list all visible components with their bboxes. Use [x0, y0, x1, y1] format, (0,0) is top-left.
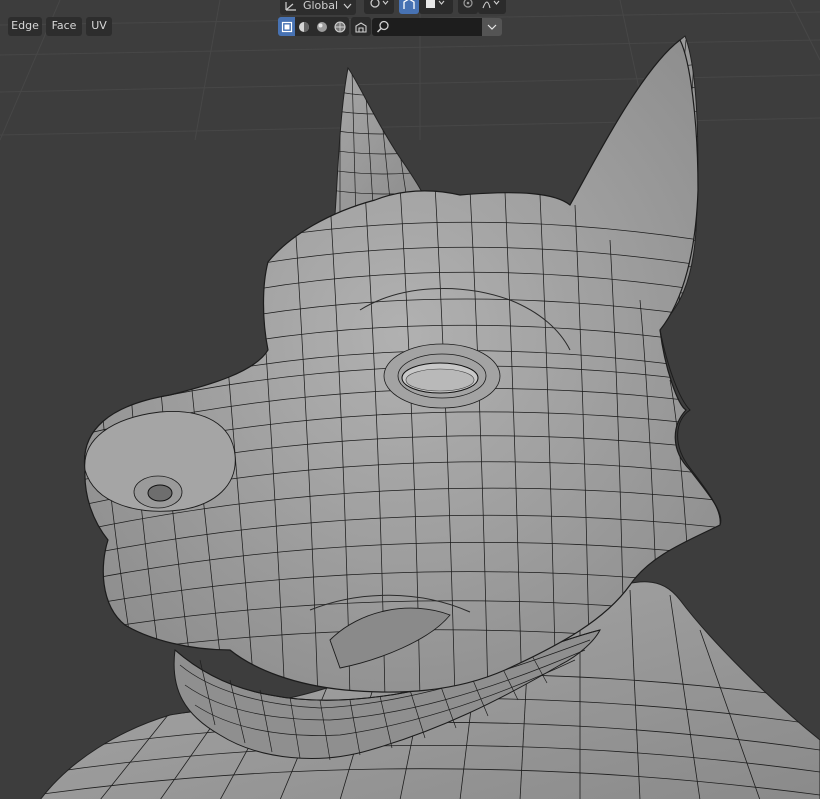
view-object-types-icon — [355, 21, 367, 33]
snap-settings-dropdown[interactable] — [419, 0, 453, 14]
proportional-edit-icon — [463, 0, 473, 8]
square-icon — [426, 0, 445, 8]
scene-canvas[interactable] — [0, 0, 820, 799]
search-field[interactable] — [372, 18, 482, 36]
3d-viewport[interactable]: Edge Face UV Global — [0, 0, 820, 799]
rendered-shading-icon — [334, 20, 346, 33]
snap-toggle[interactable] — [399, 0, 419, 14]
search-input[interactable] — [392, 19, 482, 35]
shading-rendered-button[interactable] — [331, 17, 349, 36]
proportional-edit-toggle[interactable] — [458, 0, 478, 14]
solid-shading-icon — [299, 21, 309, 32]
transform-orientation-label: Global — [302, 0, 339, 12]
select-mode-face-button[interactable]: Face — [46, 17, 82, 36]
transform-orientation-dropdown[interactable]: Global — [280, 0, 356, 15]
select-mode-uv-button[interactable]: UV — [86, 17, 112, 36]
view-object-types-button[interactable] — [351, 17, 371, 36]
orientation-axes-icon — [285, 1, 296, 11]
falloff-curve-icon — [482, 0, 500, 9]
pivot-point-dropdown[interactable] — [364, 0, 394, 14]
chevron-down-icon — [343, 3, 352, 9]
search-icon — [376, 20, 389, 33]
shading-wireframe-button[interactable] — [278, 17, 295, 36]
proportional-falloff-dropdown[interactable] — [478, 0, 506, 14]
search-dropdown-button[interactable] — [482, 18, 502, 36]
wireframe-shading-icon — [281, 21, 292, 32]
chevron-down-icon — [487, 24, 497, 30]
mesh-eye[interactable] — [383, 343, 501, 409]
shading-material-button[interactable] — [313, 17, 331, 36]
pivot-point-icon — [370, 0, 389, 8]
material-preview-icon — [317, 21, 327, 32]
select-mode-edge-button[interactable]: Edge — [8, 17, 42, 36]
snap-icon — [403, 0, 415, 9]
shading-solid-button[interactable] — [295, 17, 313, 36]
